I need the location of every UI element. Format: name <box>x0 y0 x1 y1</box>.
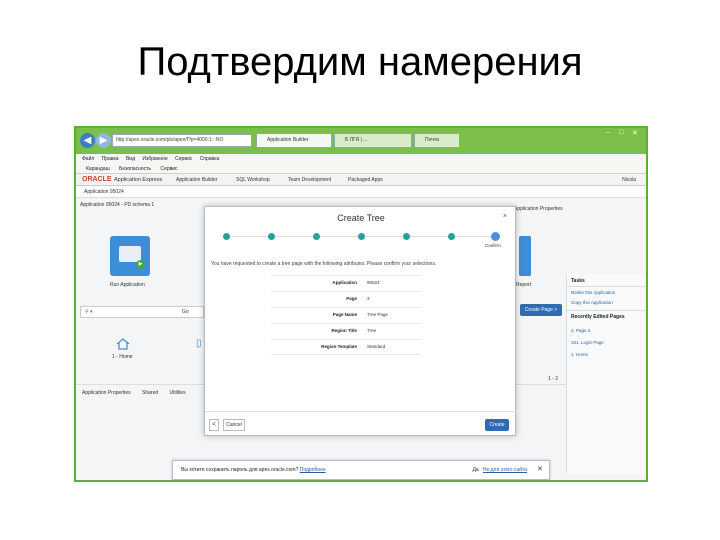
home-page-label[interactable]: 1 - Home <box>112 354 133 360</box>
create-tree-dialog: Create Tree × Confirm You have requested… <box>204 206 517 436</box>
create-button[interactable]: Create <box>485 419 509 431</box>
close-window-icon[interactable]: ✕ <box>632 129 638 137</box>
summary-table: Application 95024 Page 3 Page Name Tree … <box>271 275 421 355</box>
summary-value: 3 <box>367 296 370 301</box>
summary-row: Application 95024 <box>271 275 421 291</box>
product-name: Application Express <box>114 177 163 183</box>
previous-button[interactable]: < <box>209 419 219 431</box>
save-password-notification: Вы хотите сохранить пароль для apex.orac… <box>172 460 550 480</box>
fav-item-3[interactable]: Сервис <box>160 166 177 172</box>
pager: 1 - 2 <box>548 376 559 382</box>
tab-mail[interactable]: Почта <box>414 133 460 148</box>
address-bar[interactable]: http://apex.oracle.com/pls/apex/f?p=4000… <box>112 134 252 147</box>
task-delete-app[interactable]: Delete this Application <box>571 290 615 295</box>
screenshot: ◀ ▶ http://apex.oracle.com/pls/apex/f?p=… <box>74 126 648 482</box>
menu-file[interactable]: Файл <box>82 156 94 162</box>
slide-title: Подтвердим намерения <box>137 40 583 84</box>
close-icon[interactable]: × <box>503 213 507 220</box>
footer-link-shared[interactable]: Shared <box>142 390 158 396</box>
dialog-description: You have requested to create a tree page… <box>211 261 437 267</box>
menu-sql-workshop[interactable]: SQL Workshop <box>236 174 270 186</box>
right-sidebar: Tasks Delete this Application Copy this … <box>566 274 646 474</box>
wizard-step-1 <box>223 233 230 240</box>
summary-row: Page Name Tree Page <box>271 307 421 323</box>
summary-label: Region Template <box>321 344 357 349</box>
create-page-button[interactable]: Create Page > <box>520 304 562 316</box>
wizard-step-confirm <box>491 232 500 241</box>
menu-packaged-apps[interactable]: Packaged Apps <box>348 174 383 186</box>
wizard-step-6 <box>448 233 455 240</box>
go-button[interactable]: Go <box>182 306 189 318</box>
report-label[interactable]: Report <box>516 282 531 288</box>
dialog-footer-divider <box>205 411 517 412</box>
tasks-heading: Tasks <box>571 278 585 284</box>
menu-favorites[interactable]: Избранное <box>142 156 167 162</box>
favorites-bar: Карандаш Безопасность Сервис <box>76 164 646 174</box>
summary-value: 95024 <box>367 280 380 285</box>
notification-actions: Да Не для этого сайта <box>473 467 527 473</box>
summary-label: Page <box>346 296 357 301</box>
wizard-step-4 <box>358 233 365 240</box>
summary-label: Application <box>332 280 358 285</box>
tab-second[interactable]: Б ЛГЯ | ... <box>334 133 412 148</box>
recent-page-1[interactable]: 1. Home <box>571 352 588 357</box>
menu-view[interactable]: Вид <box>126 156 135 162</box>
fav-item-2[interactable]: Безопасность <box>119 166 151 172</box>
run-application-label[interactable]: Run Application <box>110 282 145 288</box>
menu-tools[interactable]: Сервис <box>175 156 192 162</box>
recent-page-101[interactable]: 101. Login Page <box>571 340 604 345</box>
cancel-button[interactable]: Cancel <box>223 419 245 431</box>
summary-row: Page 3 <box>271 291 421 307</box>
minimize-icon[interactable]: – <box>606 129 610 136</box>
play-icon: ▶ <box>136 260 145 269</box>
apex-header: ORACLE Application Express Application B… <box>76 174 646 186</box>
dialog-title: Create Tree <box>337 213 385 223</box>
oracle-logo[interactable]: ORACLE <box>82 174 112 186</box>
menu-help[interactable]: Справка <box>200 156 220 162</box>
summary-row: Region Title Tree <box>271 323 421 339</box>
summary-value: Tree Page <box>367 312 388 317</box>
browser-titlebar: ◀ ▶ http://apex.oracle.com/pls/apex/f?p=… <box>76 128 646 154</box>
notification-text: Вы хотите сохранить пароль для apex.orac… <box>181 467 326 473</box>
menu-team-dev[interactable]: Team Development <box>288 174 331 186</box>
breadcrumb[interactable]: Application 95024 <box>76 186 646 198</box>
fav-item-1[interactable]: Карандаш <box>86 166 110 172</box>
forward-icon[interactable]: ▶ <box>96 133 111 148</box>
menu-edit[interactable]: Правка <box>102 156 119 162</box>
notification-never-button[interactable]: Не для этого сайта <box>483 467 527 473</box>
wizard-step-2 <box>268 233 275 240</box>
recent-page-2[interactable]: 2. Page 2 <box>571 328 590 333</box>
run-application-icon[interactable]: ▶ <box>110 236 150 276</box>
page-icon[interactable]: ▯ <box>196 338 202 349</box>
footer-link-utilities[interactable]: Utilities <box>170 390 186 396</box>
page-footer-links: Application Properties Shared Utilities <box>82 390 196 396</box>
user-menu[interactable]: Nicola <box>622 174 636 186</box>
tab-application-builder[interactable]: Application Builder <box>256 133 332 148</box>
wizard-step-5 <box>403 233 410 240</box>
notification-more-link[interactable]: Подробнее <box>300 467 326 473</box>
summary-value: Tree <box>367 328 377 333</box>
notification-close-icon[interactable]: ✕ <box>537 465 543 473</box>
browser-menubar: Файл Правка Вид Избранное Сервис Справка <box>76 154 646 164</box>
summary-value: Standard <box>367 344 386 349</box>
wizard-step-label: Confirm <box>485 243 501 248</box>
page-header: Application 95024 - PD schema 1 <box>80 202 155 208</box>
notification-message: Вы хотите сохранить пароль для apex.orac… <box>181 467 299 473</box>
notification-yes-button[interactable]: Да <box>473 467 479 473</box>
summary-label: Page Name <box>332 312 357 317</box>
home-icon[interactable] <box>116 338 130 350</box>
summary-label: Region Title <box>331 328 357 333</box>
wizard-step-3 <box>313 233 320 240</box>
recent-pages-heading: Recently Edited Pages <box>571 314 625 320</box>
summary-row: Region Template Standard <box>271 339 421 355</box>
back-icon[interactable]: ◀ <box>80 133 95 148</box>
report-icon[interactable] <box>519 236 531 276</box>
maximize-icon[interactable]: □ <box>619 129 623 136</box>
task-copy-app[interactable]: Copy this Application <box>571 300 613 305</box>
footer-link-properties[interactable]: Application Properties <box>82 390 131 396</box>
app-properties-label[interactable]: Application Properties <box>514 206 563 212</box>
menu-app-builder[interactable]: Application Builder <box>176 174 217 186</box>
